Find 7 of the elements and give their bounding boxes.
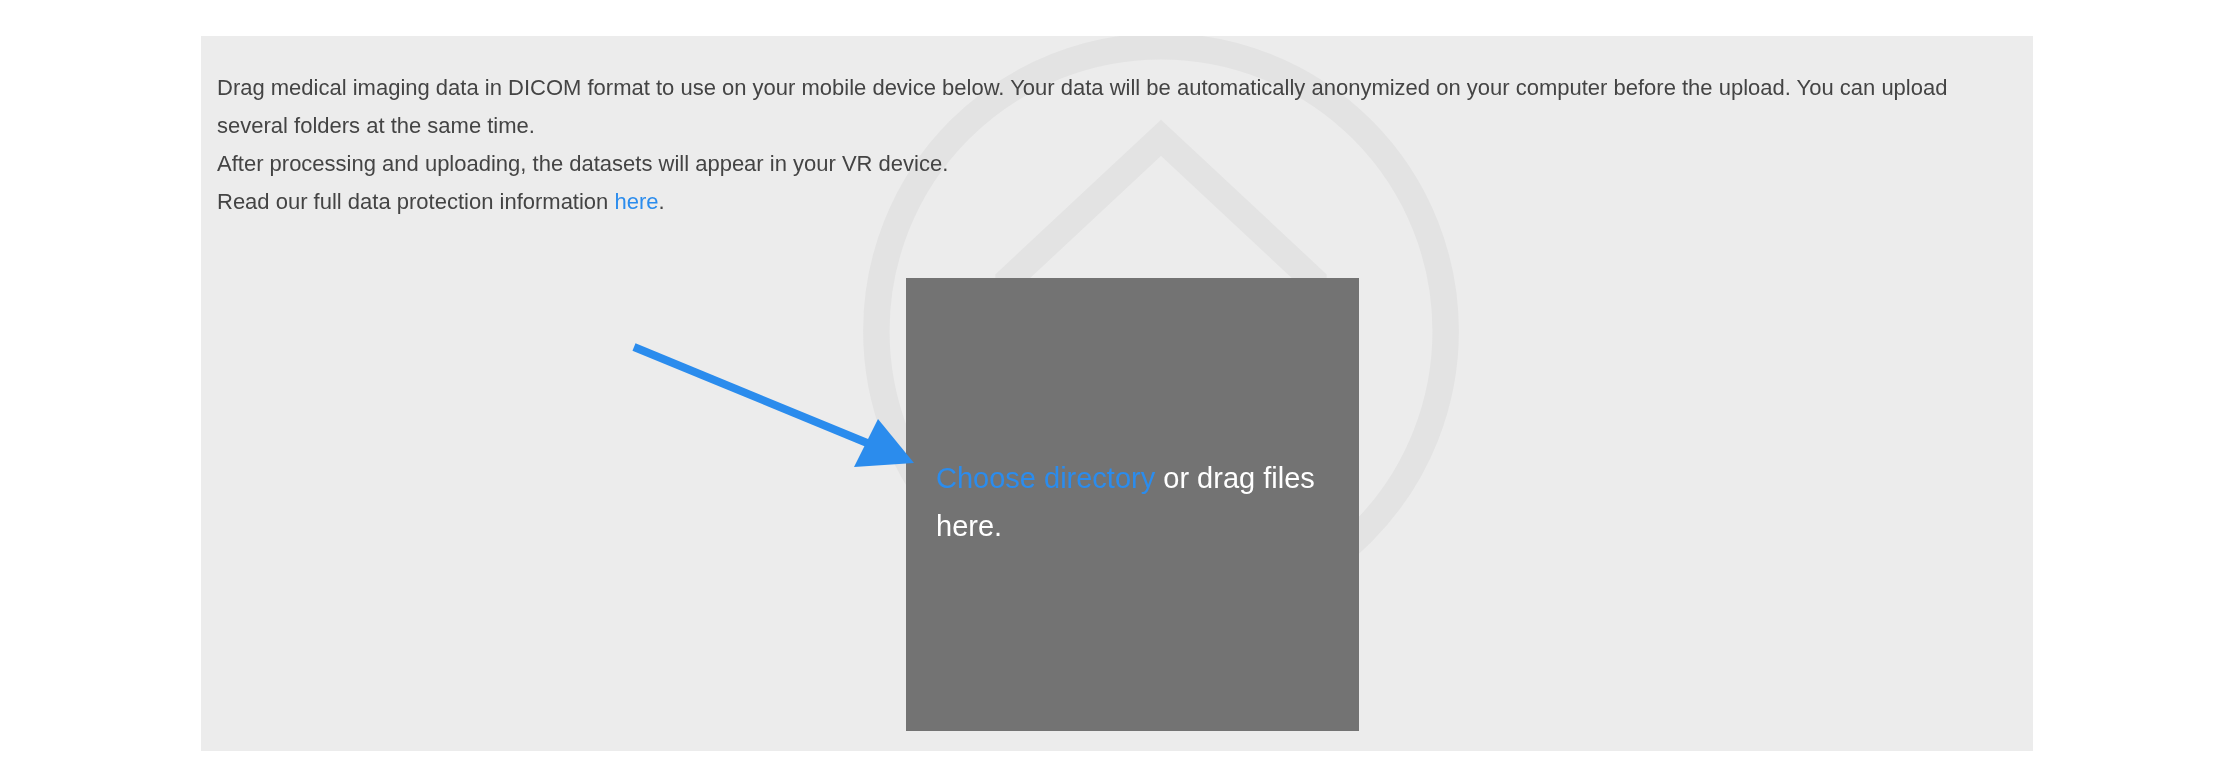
privacy-text: Read our full data protection information here. — [217, 188, 666, 216]
intro-text: Drag medical imaging data in DICOM format to use on your mobile device below. Your data will be automatically anonymized on your computer before the upload. You can upload several folders at the same time. — [217, 74, 1949, 140]
dropzone[interactable]: Choose directory or drag files here. — [906, 278, 1359, 731]
privacy-link[interactable]: here — [614, 189, 659, 214]
intro-text: After processing and uploading, the datasets will appear in your VR device. — [217, 150, 950, 178]
arrow-icon — [632, 343, 914, 467]
dropzone-text: Choose directory or drag files here. — [936, 461, 1316, 544]
